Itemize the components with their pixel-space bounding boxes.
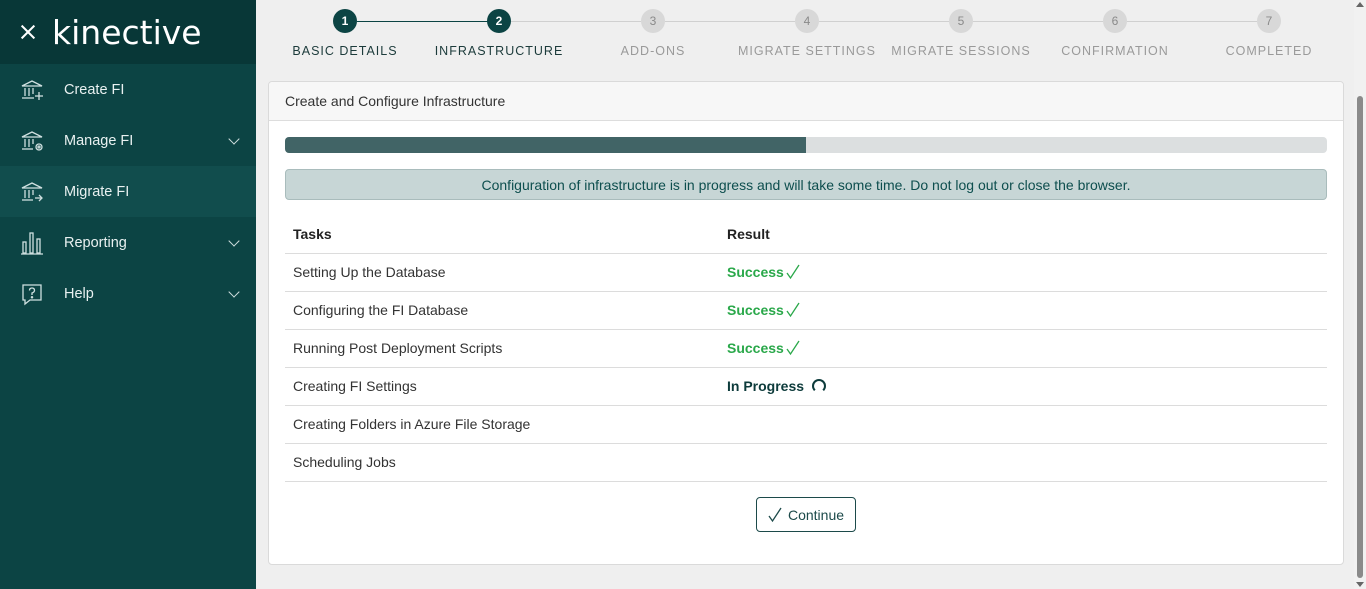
sidebar-item-label: Help [64,285,94,302]
bank-add-icon [20,77,44,103]
table-header-row: Tasks Result [285,215,1327,254]
checkmark-icon [786,340,800,356]
sidebar: kinective Create FI Manage FI Migrate FI… [0,0,256,589]
task-result [719,405,1327,444]
status-badge: Success [727,302,800,318]
task-result [719,443,1327,482]
table-row: Running Post Deployment Scripts Success [285,329,1327,368]
scroll-up-arrow-icon[interactable] [1356,2,1364,7]
step-label: BASIC DETAILS [292,44,398,58]
close-icon[interactable] [18,22,38,42]
step-label: INFRASTRUCTURE [434,44,564,58]
table-row: Scheduling Jobs [285,443,1327,482]
task-name: Creating Folders in Azure File Storage [285,405,719,444]
step-completed: 7 COMPLETED [1192,9,1346,58]
step-label: MIGRATE SESSIONS [891,44,1031,58]
sidebar-item-label: Create FI [64,81,125,98]
result-text: Success [727,302,784,318]
main-content: 1 BASIC DETAILS 2 INFRASTRUCTURE 3 ADD-O… [256,0,1354,589]
table-row: Configuring the FI Database Success [285,291,1327,330]
step-migrate-settings: 4 MIGRATE SETTINGS [730,9,884,58]
chevron-down-icon [228,235,240,247]
help-bubble-icon [20,281,44,307]
tasks-table: Tasks Result Setting Up the Database Suc… [285,215,1327,482]
sidebar-item-reporting[interactable]: Reporting [0,217,256,268]
bank-gear-icon [20,128,44,154]
step-basic-details[interactable]: 1 BASIC DETAILS [268,9,422,58]
table-row: Setting Up the Database Success [285,253,1327,292]
sidebar-item-create-fi[interactable]: Create FI [0,64,256,115]
task-result: In Progress [719,367,1327,406]
result-text: In Progress [727,378,805,394]
result-text: Success [727,264,784,280]
sidebar-item-label: Migrate FI [64,183,130,200]
column-header-tasks: Tasks [285,215,719,254]
task-name: Running Post Deployment Scripts [285,329,719,368]
task-result: Success [719,253,1327,292]
continue-label: Continue [787,506,845,523]
sidebar-item-migrate-fi[interactable]: Migrate FI [0,166,256,217]
task-result: Success [719,291,1327,330]
scroll-down-arrow-icon[interactable] [1356,582,1364,587]
sidebar-item-manage-fi[interactable]: Manage FI [0,115,256,166]
bar-chart-icon [20,230,44,256]
sidebar-item-label: Manage FI [64,132,134,149]
table-row: Creating Folders in Azure File Storage [285,405,1327,444]
result-text: Success [727,340,784,356]
progress-bar-fill [285,137,806,153]
step-number: 6 [1103,9,1127,33]
step-number: 5 [949,9,973,33]
chevron-down-icon [228,133,240,145]
step-infrastructure[interactable]: 2 INFRASTRUCTURE [422,9,576,58]
step-number: 2 [487,9,511,33]
step-migrate-sessions: 5 MIGRATE SESSIONS [884,9,1038,58]
kinective-logo: kinective [52,12,202,52]
step-number: 1 [333,9,357,33]
brand-bar: kinective [0,0,256,64]
task-result: Success [719,329,1327,368]
status-badge: Success [727,340,800,356]
page-scrollbar[interactable] [1354,0,1366,589]
infrastructure-card: Create and Configure Infrastructure Conf… [268,81,1344,565]
sidebar-item-help[interactable]: Help [0,268,256,319]
table-row: Creating FI Settings In Progress [285,367,1327,406]
task-name: Setting Up the Database [285,253,719,292]
scrollbar-thumb[interactable] [1357,96,1363,578]
step-number: 7 [1257,9,1281,33]
wizard-stepper: 1 BASIC DETAILS 2 INFRASTRUCTURE 3 ADD-O… [256,0,1354,70]
status-alert: Configuration of infrastructure is in pr… [285,169,1327,200]
card-title: Create and Configure Infrastructure [269,82,1343,121]
spinner-icon [812,379,827,393]
progress-bar [285,137,1327,153]
checkmark-icon [786,264,800,280]
task-name: Creating FI Settings [285,367,719,406]
step-label: MIGRATE SETTINGS [738,44,876,58]
step-label: COMPLETED [1225,44,1313,58]
task-name: Configuring the FI Database [285,291,719,330]
step-number: 3 [641,9,665,33]
checkmark-icon [768,507,782,522]
sidebar-item-label: Reporting [64,234,127,251]
chevron-down-icon [228,286,240,298]
step-add-ons: 3 ADD-ONS [576,9,730,58]
step-confirmation: 6 CONFIRMATION [1038,9,1192,58]
status-badge: In Progress [727,378,827,394]
continue-button[interactable]: Continue [756,497,856,532]
bank-arrow-icon [20,179,44,205]
task-name: Scheduling Jobs [285,443,719,482]
column-header-result: Result [719,215,1327,254]
checkmark-icon [786,302,800,318]
step-label: ADD-ONS [620,44,686,58]
status-badge: Success [727,264,800,280]
step-number: 4 [795,9,819,33]
step-label: CONFIRMATION [1061,44,1169,58]
